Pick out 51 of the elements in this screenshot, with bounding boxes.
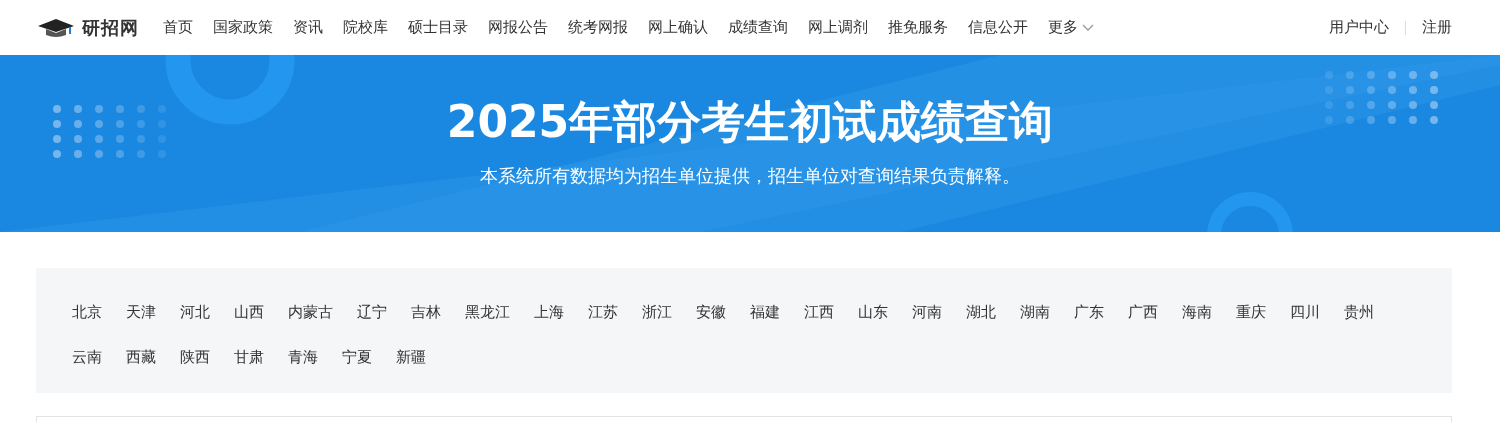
more-dropdown[interactable]: 更多	[1048, 16, 1094, 39]
province-link[interactable]: 云南	[60, 335, 114, 380]
province-link[interactable]: 内蒙古	[276, 290, 345, 335]
user-link[interactable]: 用户中心	[1329, 16, 1389, 39]
province-link[interactable]: 甘肃	[222, 335, 276, 380]
province-link[interactable]: 山东	[846, 290, 900, 335]
site-logo-text[interactable]: 研招网	[82, 14, 139, 41]
province-link[interactable]: 辽宁	[345, 290, 399, 335]
nav-link[interactable]: 国家政策	[213, 16, 273, 39]
province-link[interactable]: 西藏	[114, 335, 168, 380]
province-link[interactable]: 海南	[1170, 290, 1224, 335]
province-link[interactable]: 天津	[114, 290, 168, 335]
province-link[interactable]: 黑龙江	[453, 290, 522, 335]
user-link[interactable]: 注册	[1422, 16, 1452, 39]
province-link[interactable]: 广西	[1116, 290, 1170, 335]
province-link[interactable]: 河北	[168, 290, 222, 335]
province-link[interactable]: 河南	[900, 290, 954, 335]
province-link[interactable]: 吉林	[399, 290, 453, 335]
province-link[interactable]: 安徽	[684, 290, 738, 335]
province-link[interactable]: 江西	[792, 290, 846, 335]
province-link[interactable]: 福建	[738, 290, 792, 335]
chevron-down-icon	[1082, 23, 1094, 32]
province-link[interactable]: 山西	[222, 290, 276, 335]
province-link[interactable]: 重庆	[1224, 290, 1278, 335]
province-link[interactable]: 贵州	[1332, 290, 1386, 335]
nav-link[interactable]: 成绩查询	[728, 16, 788, 39]
province-link[interactable]: 广东	[1062, 290, 1116, 335]
nav-link[interactable]: 网报公告	[488, 16, 548, 39]
graduation-cap-icon	[38, 17, 74, 38]
province-link[interactable]: 浙江	[630, 290, 684, 335]
nav-link[interactable]: 网上确认	[648, 16, 708, 39]
province-link[interactable]: 四川	[1278, 290, 1332, 335]
province-link[interactable]: 湖北	[954, 290, 1008, 335]
nav-link[interactable]: 网上调剂	[808, 16, 868, 39]
province-link[interactable]: 北京	[60, 290, 114, 335]
banner-subtitle: 本系统所有数据均为招生单位提供，招生单位对查询结果负责解释。	[480, 164, 1020, 189]
province-link[interactable]: 江苏	[576, 290, 630, 335]
province-link[interactable]: 青海	[276, 335, 330, 380]
nav-link[interactable]: 首页	[163, 16, 193, 39]
nav-link[interactable]: 院校库	[343, 16, 388, 39]
province-link[interactable]: 上海	[522, 290, 576, 335]
nav-link[interactable]: 统考网报	[568, 16, 628, 39]
nav-link[interactable]: 资讯	[293, 16, 323, 39]
province-link[interactable]: 湖南	[1008, 290, 1062, 335]
province-link[interactable]: 陕西	[168, 335, 222, 380]
province-link[interactable]: 宁夏	[330, 335, 384, 380]
banner-title: 2025年部分考生初试成绩查询	[446, 97, 1054, 147]
nav-link[interactable]: 信息公开	[968, 16, 1028, 39]
province-link[interactable]: 新疆	[384, 335, 438, 380]
nav-link[interactable]: 推免服务	[888, 16, 948, 39]
nav-link[interactable]: 硕士目录	[408, 16, 468, 39]
